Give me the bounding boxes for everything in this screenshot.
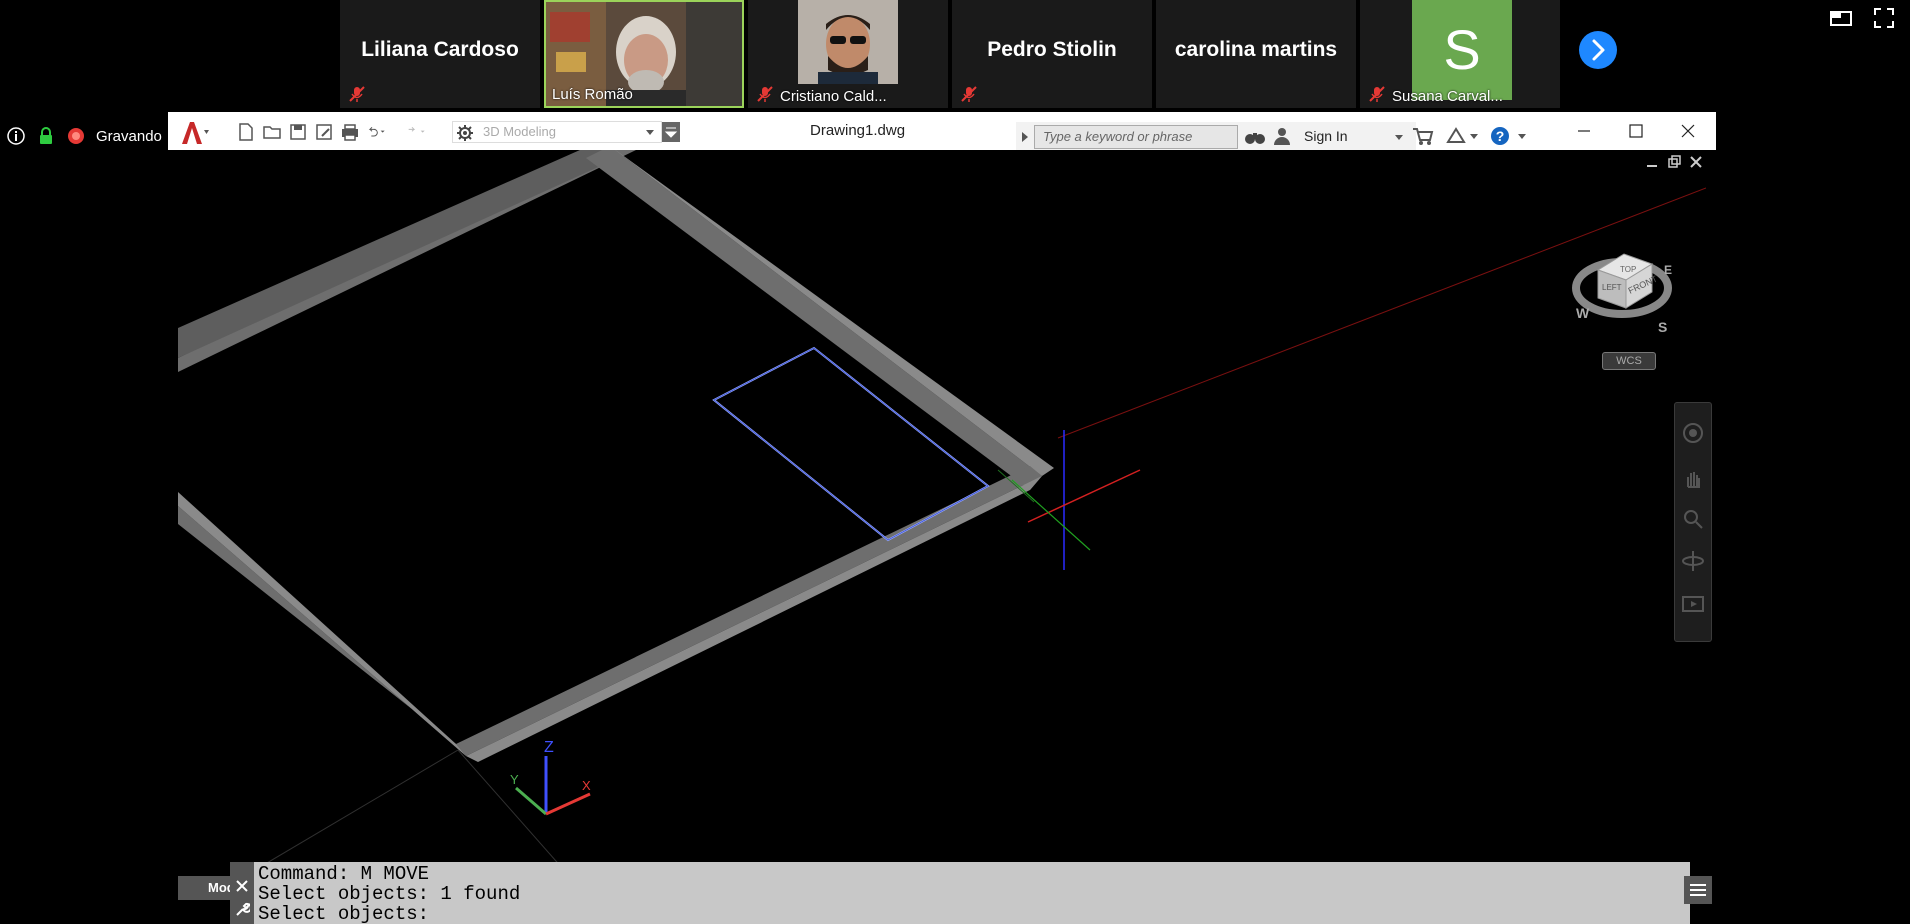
- avatar: S: [1412, 0, 1512, 100]
- view-layout-icon[interactable]: [1829, 6, 1853, 30]
- chevron-right-icon[interactable]: [1578, 30, 1618, 70]
- chevron-down-icon[interactable]: [644, 126, 656, 138]
- pan-hand-icon[interactable]: [1681, 467, 1705, 491]
- participant-name: Cristiano Cald...: [780, 88, 887, 105]
- hamburger-icon[interactable]: [1684, 876, 1712, 904]
- autocad-logo-icon[interactable]: [178, 120, 212, 146]
- sign-in-button[interactable]: Sign In: [1304, 128, 1348, 144]
- showmotion-icon[interactable]: [1681, 593, 1705, 617]
- open-folder-icon[interactable]: [262, 122, 282, 142]
- autodesk-app-icon[interactable]: [1444, 126, 1480, 146]
- ucs-x-label: X: [582, 778, 591, 793]
- viewport-minimize-icon[interactable]: [1644, 154, 1660, 170]
- mic-muted-icon: [757, 86, 773, 102]
- recording-label: Gravando: [96, 127, 162, 145]
- screen: Liliana Cardoso Luís Romão Cristiano Cal…: [0, 0, 1910, 924]
- search-input[interactable]: Type a keyword or phrase: [1034, 125, 1238, 149]
- minimize-icon[interactable]: [1564, 118, 1604, 144]
- navigation-bar: [1674, 402, 1712, 642]
- cart-icon[interactable]: [1412, 126, 1434, 146]
- ucs-z-label: Z: [544, 739, 554, 756]
- viewcube-left-label: LEFT: [1602, 283, 1622, 292]
- wrench-icon[interactable]: [234, 902, 250, 918]
- participant-tile-carolina[interactable]: carolina martins: [1156, 0, 1356, 108]
- command-history: Command: M MOVE Select objects: 1 found Se…: [258, 864, 520, 924]
- workspace-selector[interactable]: 3D Modeling: [452, 121, 662, 143]
- new-file-icon[interactable]: [236, 122, 256, 142]
- model-tab[interactable]: Mod: [178, 876, 235, 900]
- svg-text:?: ?: [1496, 128, 1505, 144]
- model-viewport[interactable]: Z Y X TOP FRONT LEFT W S E: [178, 142, 1707, 887]
- participant-tile-luis[interactable]: Luís Romão: [544, 0, 744, 108]
- command-line-0: Command: M MOVE: [258, 863, 430, 885]
- chevron-down-icon[interactable]: [1394, 132, 1404, 142]
- close-icon[interactable]: [1668, 118, 1708, 144]
- help-icon[interactable]: ?: [1490, 126, 1530, 146]
- fullscreen-icon[interactable]: [1872, 6, 1896, 30]
- triangle-right-icon[interactable]: [1020, 130, 1030, 144]
- save-icon[interactable]: [288, 122, 308, 142]
- recording-icon: [68, 128, 84, 144]
- info-icon[interactable]: [6, 126, 26, 146]
- meeting-status-bar: Gravando: [6, 124, 162, 148]
- redo-icon[interactable]: [406, 122, 426, 142]
- participant-name: Liliana Cardoso: [361, 38, 519, 61]
- zoom-extents-icon[interactable]: [1681, 507, 1705, 531]
- participant-video: [798, 0, 898, 84]
- participant-name: carolina martins: [1174, 38, 1338, 61]
- orbit-icon[interactable]: [1681, 549, 1705, 573]
- close-icon[interactable]: [234, 878, 250, 894]
- command-line-2: Select objects:: [258, 903, 430, 924]
- mic-muted-icon: [349, 86, 365, 102]
- compass-e-label: E: [1664, 263, 1672, 277]
- participant-name: Luís Romão: [552, 86, 633, 103]
- title-bar: 3D Modeling Drawing1.dwg Type a keyword …: [168, 112, 1716, 152]
- participant-tile-susana[interactable]: S Susana Carval...: [1360, 0, 1560, 108]
- compass-w-label: W: [1576, 305, 1590, 321]
- participant-tile-cristiano[interactable]: Cristiano Cald...: [748, 0, 948, 108]
- user-icon[interactable]: [1272, 126, 1292, 146]
- command-menu-button[interactable]: [1684, 876, 1712, 904]
- participant-name: Pedro Stiolin: [987, 38, 1117, 61]
- participant-tile-pedro[interactable]: Pedro Stiolin: [952, 0, 1152, 108]
- command-line-handle[interactable]: [230, 862, 254, 924]
- document-title: Drawing1.dwg: [810, 122, 906, 139]
- binoculars-icon[interactable]: [1244, 127, 1266, 147]
- ucs-y-label: Y: [510, 772, 519, 787]
- ucs-icon: Z Y X: [510, 739, 591, 816]
- autocad-window: 3D Modeling Drawing1.dwg Type a keyword …: [168, 112, 1716, 924]
- participant-tile-liliana[interactable]: Liliana Cardoso: [340, 0, 540, 108]
- gear-icon[interactable]: [456, 124, 474, 142]
- compass-s-label: S: [1658, 319, 1667, 335]
- wcs-menu[interactable]: WCS: [1602, 352, 1656, 370]
- participant-name: Susana Carval...: [1392, 88, 1503, 105]
- mic-muted-icon: [1369, 86, 1385, 102]
- viewport-close-icon[interactable]: [1688, 154, 1704, 170]
- customize-toolbar-icon[interactable]: [662, 122, 680, 142]
- command-line-1: Select objects: 1 found: [258, 883, 521, 905]
- lock-icon[interactable]: [36, 126, 56, 146]
- viewcube-top-label: TOP: [1620, 265, 1636, 274]
- mic-muted-icon: [961, 86, 977, 102]
- floor-slab: [178, 142, 1054, 762]
- drawing-canvas[interactable]: Z Y X TOP FRONT LEFT W S E: [178, 142, 1707, 887]
- save-as-icon[interactable]: [314, 122, 334, 142]
- viewport-restore-icon[interactable]: [1666, 154, 1682, 170]
- steering-wheel-icon[interactable]: [1681, 421, 1705, 445]
- viewcube[interactable]: TOP FRONT LEFT W S E: [1572, 253, 1672, 335]
- maximize-icon[interactable]: [1616, 118, 1656, 144]
- undo-icon[interactable]: [366, 122, 386, 142]
- print-icon[interactable]: [340, 122, 360, 142]
